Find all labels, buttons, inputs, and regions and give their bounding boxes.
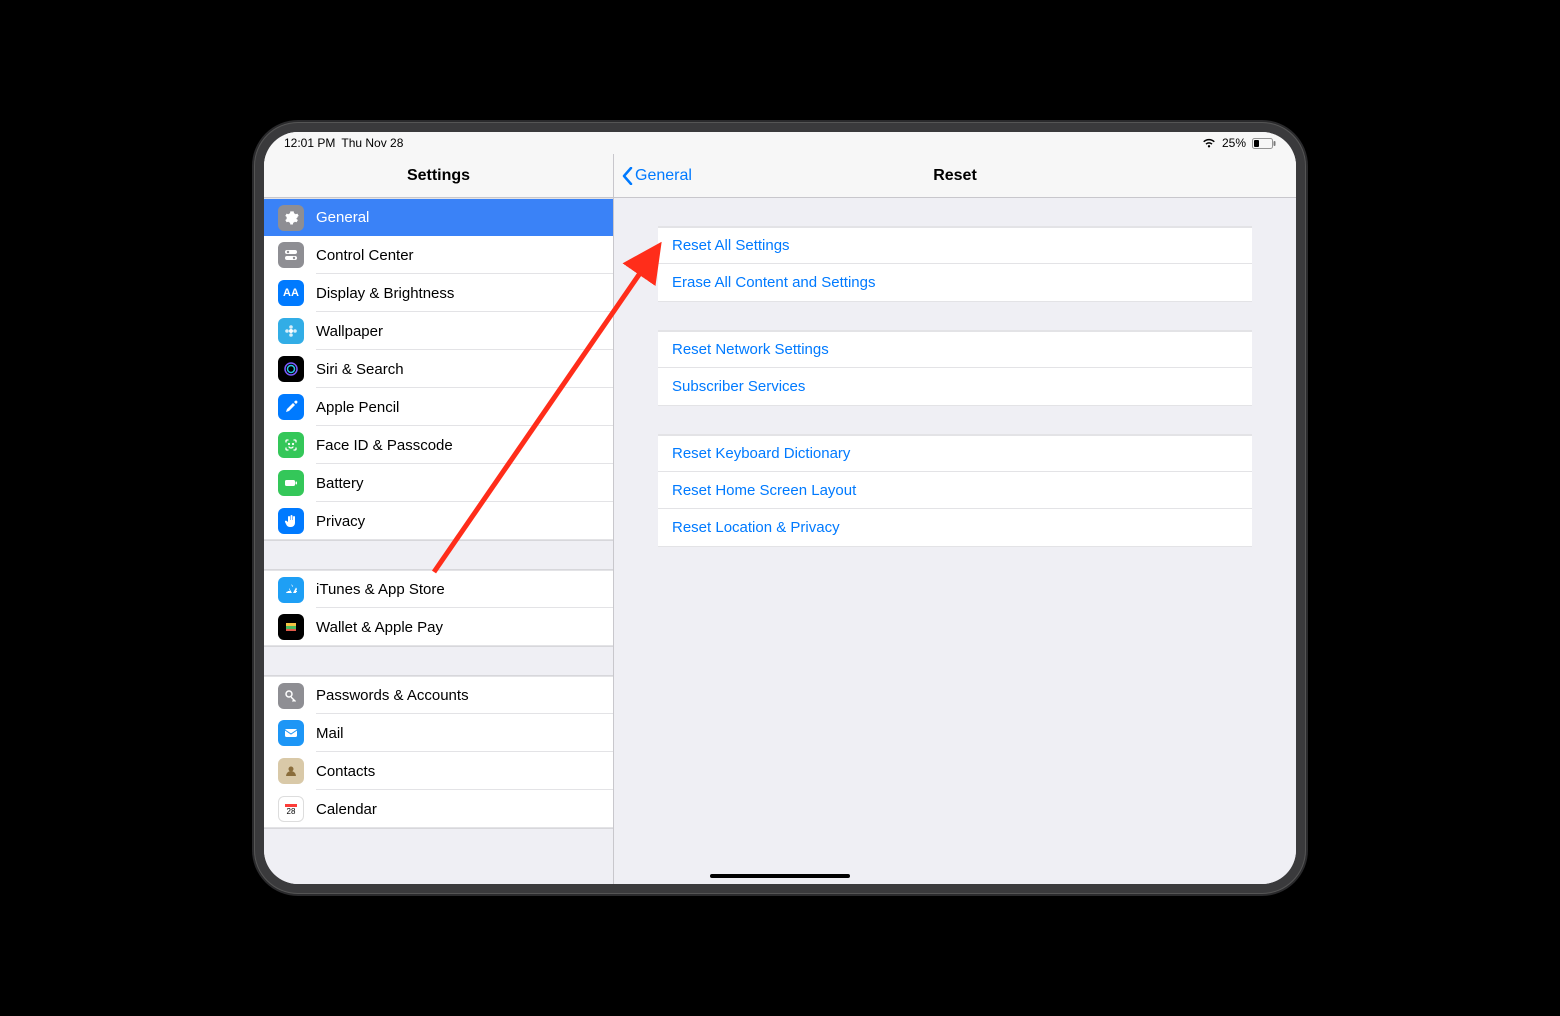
sidebar-item-label: Display & Brightness bbox=[316, 285, 454, 302]
home-indicator[interactable] bbox=[710, 874, 850, 878]
sidebar-item-battery[interactable]: Battery bbox=[264, 464, 613, 502]
battery-icon bbox=[1252, 138, 1276, 149]
toggles-icon bbox=[278, 242, 304, 268]
mail-icon bbox=[278, 720, 304, 746]
sidebar-item-label: Wallpaper bbox=[316, 323, 383, 340]
pencil-icon bbox=[278, 394, 304, 420]
sidebar-item-privacy[interactable]: Privacy bbox=[264, 502, 613, 540]
sidebar-item-label: Wallet & Apple Pay bbox=[316, 619, 443, 636]
screen: 12:01 PM Thu Nov 28 25% Settings bbox=[264, 132, 1296, 884]
sidebar-item-passwords[interactable]: Passwords & Accounts bbox=[264, 676, 613, 714]
row-label: Reset All Settings bbox=[672, 237, 790, 254]
row-label: Erase All Content and Settings bbox=[672, 274, 875, 291]
sidebar-item-apple-pencil[interactable]: Apple Pencil bbox=[264, 388, 613, 426]
appstore-icon bbox=[278, 577, 304, 603]
detail-pane: General Reset Reset All Settings Erase A… bbox=[614, 154, 1296, 884]
status-date: Thu Nov 28 bbox=[341, 136, 403, 150]
sidebar-navbar: Settings bbox=[264, 154, 613, 198]
sidebar-item-label: Battery bbox=[316, 475, 364, 492]
row-label: Subscriber Services bbox=[672, 378, 805, 395]
settings-sidebar: Settings General bbox=[264, 154, 614, 884]
reset-network-settings[interactable]: Reset Network Settings bbox=[658, 331, 1252, 368]
reset-location-privacy[interactable]: Reset Location & Privacy bbox=[658, 509, 1252, 546]
sidebar-item-control-center[interactable]: Control Center bbox=[264, 236, 613, 274]
faceid-icon bbox=[278, 432, 304, 458]
sidebar-item-appstore[interactable]: iTunes & App Store bbox=[264, 570, 613, 608]
reset-all-settings[interactable]: Reset All Settings bbox=[658, 227, 1252, 264]
sidebar-item-label: Face ID & Passcode bbox=[316, 437, 453, 454]
sidebar-item-wallet[interactable]: Wallet & Apple Pay bbox=[264, 608, 613, 646]
status-time: 12:01 PM bbox=[284, 136, 335, 150]
sidebar-item-calendar[interactable]: 28 Calendar bbox=[264, 790, 613, 828]
sidebar-item-label: Control Center bbox=[316, 247, 414, 264]
sidebar-item-label: iTunes & App Store bbox=[316, 581, 445, 598]
hand-icon bbox=[278, 508, 304, 534]
back-label: General bbox=[635, 167, 692, 185]
key-icon bbox=[278, 683, 304, 709]
siri-icon bbox=[278, 356, 304, 382]
sidebar-item-wallpaper[interactable]: Wallpaper bbox=[264, 312, 613, 350]
sidebar-list[interactable]: General Control Center AA Display & Brig… bbox=[264, 198, 613, 884]
row-label: Reset Location & Privacy bbox=[672, 519, 840, 536]
sidebar-item-contacts[interactable]: Contacts bbox=[264, 752, 613, 790]
sidebar-item-faceid[interactable]: Face ID & Passcode bbox=[264, 426, 613, 464]
sidebar-item-general[interactable]: General bbox=[264, 198, 613, 236]
detail-navbar: General Reset bbox=[614, 154, 1296, 198]
flower-icon bbox=[278, 318, 304, 344]
sidebar-item-label: Privacy bbox=[316, 513, 365, 530]
sidebar-item-label: Mail bbox=[316, 725, 344, 742]
sidebar-item-label: General bbox=[316, 209, 369, 226]
chevron-left-icon bbox=[622, 167, 633, 185]
detail-list[interactable]: Reset All Settings Erase All Content and… bbox=[614, 198, 1296, 884]
contacts-icon bbox=[278, 758, 304, 784]
calendar-icon: 28 bbox=[278, 796, 304, 822]
detail-title: Reset bbox=[933, 167, 977, 185]
sidebar-item-display[interactable]: AA Display & Brightness bbox=[264, 274, 613, 312]
sidebar-item-label: Apple Pencil bbox=[316, 399, 399, 416]
status-bar: 12:01 PM Thu Nov 28 25% bbox=[264, 132, 1296, 154]
battery-percent: 25% bbox=[1222, 136, 1246, 150]
text-size-icon: AA bbox=[278, 280, 304, 306]
row-label: Reset Home Screen Layout bbox=[672, 482, 856, 499]
reset-home-screen-layout[interactable]: Reset Home Screen Layout bbox=[658, 472, 1252, 509]
subscriber-services[interactable]: Subscriber Services bbox=[658, 368, 1252, 405]
sidebar-title: Settings bbox=[407, 167, 470, 185]
battery-icon bbox=[278, 470, 304, 496]
row-label: Reset Network Settings bbox=[672, 341, 829, 358]
wifi-icon bbox=[1202, 138, 1216, 148]
sidebar-item-siri[interactable]: Siri & Search bbox=[264, 350, 613, 388]
wallet-icon bbox=[278, 614, 304, 640]
back-button[interactable]: General bbox=[622, 167, 692, 185]
sidebar-item-label: Passwords & Accounts bbox=[316, 687, 469, 704]
gear-icon bbox=[278, 205, 304, 231]
sidebar-item-label: Siri & Search bbox=[316, 361, 404, 378]
svg-text:28: 28 bbox=[287, 807, 296, 816]
ipad-frame: 12:01 PM Thu Nov 28 25% Settings bbox=[254, 122, 1306, 894]
sidebar-item-mail[interactable]: Mail bbox=[264, 714, 613, 752]
erase-all-content[interactable]: Erase All Content and Settings bbox=[658, 264, 1252, 301]
row-label: Reset Keyboard Dictionary bbox=[672, 445, 850, 462]
reset-keyboard-dictionary[interactable]: Reset Keyboard Dictionary bbox=[658, 435, 1252, 472]
sidebar-item-label: Calendar bbox=[316, 801, 377, 818]
sidebar-item-label: Contacts bbox=[316, 763, 375, 780]
